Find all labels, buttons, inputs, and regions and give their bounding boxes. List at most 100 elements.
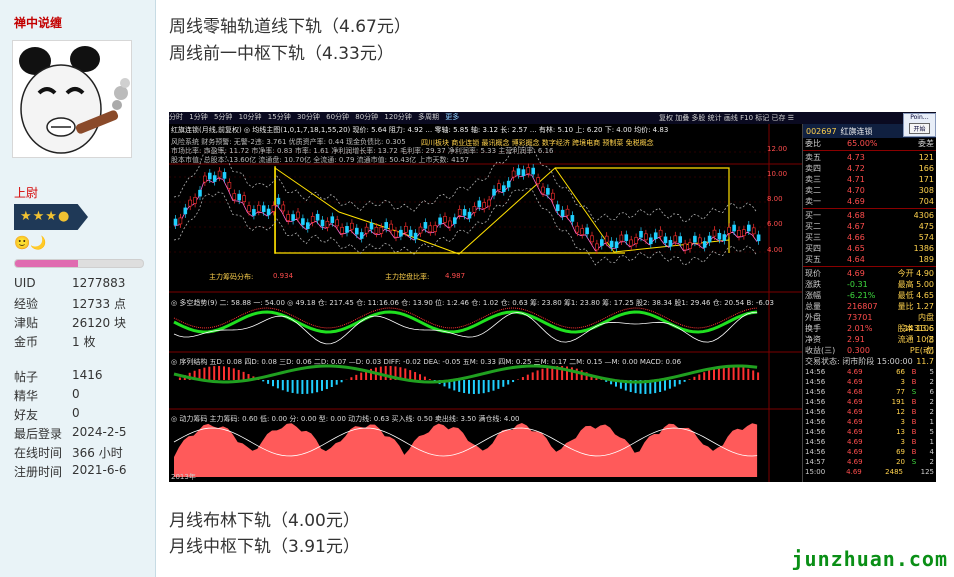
sell-row-b: 4.69 <box>847 197 865 206</box>
quote-field-row-a: 涨跌 <box>805 280 821 289</box>
trade-v: 3 <box>900 378 905 386</box>
macd-bar <box>757 372 760 380</box>
quote-field-row-a: 净资 <box>805 335 821 344</box>
quote-field-row-c: 今开 4.90 <box>897 269 934 278</box>
buy-row-a: 买五 <box>805 255 821 264</box>
stock-code[interactable]: 002697 <box>806 127 837 136</box>
candle-body <box>501 185 506 192</box>
candle-body <box>355 227 359 235</box>
stock-name[interactable]: 红旗连锁 <box>841 126 873 137</box>
stat-value: 1 枚 <box>72 335 96 349</box>
macd-bar <box>316 380 319 393</box>
trade-v: 20 <box>896 458 905 466</box>
macd-bar <box>414 372 417 380</box>
avatar[interactable] <box>12 40 132 158</box>
username-link[interactable]: 禅中说缠 <box>14 14 62 31</box>
macd-bar <box>360 372 363 380</box>
candle-body <box>477 200 482 208</box>
popup-window[interactable]: Poin… 开始 <box>903 113 936 137</box>
candle-body <box>212 175 217 182</box>
candle-body <box>678 236 683 243</box>
candle-body <box>575 225 580 233</box>
buy-row-b: 4.66 <box>847 233 865 242</box>
stat-row: UID 1277883 <box>14 276 154 295</box>
stat-value[interactable]: 0 <box>72 406 80 425</box>
candle-body <box>756 234 761 242</box>
candle-body <box>585 227 589 235</box>
macd-bar <box>722 366 725 380</box>
macd-bar <box>203 367 206 380</box>
user-sidebar: 禅中说缠 上尉 ★★★● 🙂🌙 UID 1277883 经验 12733 点 津… <box>0 0 156 577</box>
trade-t: 14:56 <box>805 408 826 416</box>
candle-body <box>193 197 197 204</box>
trade-row: 14:56 4.69 13 B 5 <box>803 427 936 437</box>
macd-bar <box>472 380 475 394</box>
buy-row-b: 4.65 <box>847 244 865 253</box>
macd-band <box>173 364 758 384</box>
buy-row-c: 574 <box>918 233 934 242</box>
trade-p: 4.68 <box>847 388 863 396</box>
candle-body <box>555 204 560 212</box>
trade-s: S <box>911 388 917 396</box>
sell-row-a: 卖五 <box>805 153 821 162</box>
trade-row: 14:56 4.69 12 B 2 <box>803 407 936 417</box>
quote-field-row-a: 涨幅 <box>805 291 821 300</box>
quote-field-row: 外盘 73701 内盘 143106 <box>803 312 936 333</box>
post-line-4: 月线中枢下轨（3.91元） <box>169 537 360 557</box>
candle-body <box>746 224 751 232</box>
trade-n: 125 <box>920 468 935 476</box>
stat-value[interactable]: 1416 <box>72 368 103 387</box>
quote-field-row-c: 最高 5.00 <box>897 280 934 289</box>
macd-bar <box>668 380 671 389</box>
trade-n: 2 <box>929 398 934 406</box>
info-line-3: 股本市值: 总股本: 13.60亿 流通盘: 10.70亿 全流通: 0.79 … <box>171 156 469 164</box>
candle-body <box>394 230 398 238</box>
stat-row: 津贴 26120 块 <box>14 314 154 333</box>
candle-body <box>413 232 418 240</box>
candle-body <box>178 217 183 225</box>
trade-v: 3 <box>900 418 905 426</box>
macd-bar <box>355 374 358 380</box>
candle-body <box>506 180 511 188</box>
macd-bar <box>487 380 490 393</box>
stat-row: 经验 12733 点 <box>14 295 154 314</box>
macd-bar <box>281 380 284 391</box>
candle-body <box>668 240 673 247</box>
candle-body <box>443 216 447 223</box>
trade-p: 4.69 <box>847 428 863 436</box>
trade-n: 5 <box>929 368 934 376</box>
sell-row-a: 卖四 <box>805 164 821 173</box>
popup-title: Poin… <box>910 114 929 121</box>
macd-bar <box>330 380 333 387</box>
macd-bar <box>419 374 421 380</box>
trade-p: 4.69 <box>847 368 863 376</box>
quote-field-row-b: -6.21% <box>847 291 876 300</box>
zone-box <box>555 167 730 253</box>
start-button[interactable]: 开始 <box>909 123 930 134</box>
price-tick: 10.00 <box>767 170 788 178</box>
quote-field-row-b: 0.300 <box>847 346 870 355</box>
sell-row-a: 卖二 <box>805 186 821 195</box>
macd-bar <box>286 380 289 392</box>
sell-orders: 卖五 4.73 121 卖四 4.72 166 卖三 4.71 171 卖二 4.70 308 卖一 4.… <box>803 152 936 207</box>
trade-row: 14:56 4.69 66 B 5 <box>803 367 936 377</box>
candle-body <box>227 182 232 189</box>
stat-value[interactable]: 0 <box>72 387 80 406</box>
stock-chart-image[interactable]: 分时 1分钟 5分钟 10分钟 15分钟 30分钟 60分钟 80分钟 120分… <box>169 112 936 482</box>
stat-row: 帖子 1416 <box>14 368 154 387</box>
macd-bar <box>727 366 730 380</box>
trade-p: 4.69 <box>847 418 863 426</box>
quote-field-row-b: 2.01% <box>847 324 873 333</box>
trade-n: 6 <box>929 388 934 396</box>
macd-bar <box>713 368 715 380</box>
candle-body <box>325 220 330 228</box>
trade-n: 5 <box>929 428 934 436</box>
macd-bar <box>227 367 230 380</box>
macd-bar <box>306 380 309 394</box>
candle-body <box>482 202 487 209</box>
trade-t: 14:56 <box>805 438 826 446</box>
stat-row: 精华 0 <box>14 387 154 406</box>
candle-body <box>614 241 619 249</box>
macd-bar <box>335 380 338 385</box>
emote-icons: 🙂🌙 <box>14 236 47 251</box>
